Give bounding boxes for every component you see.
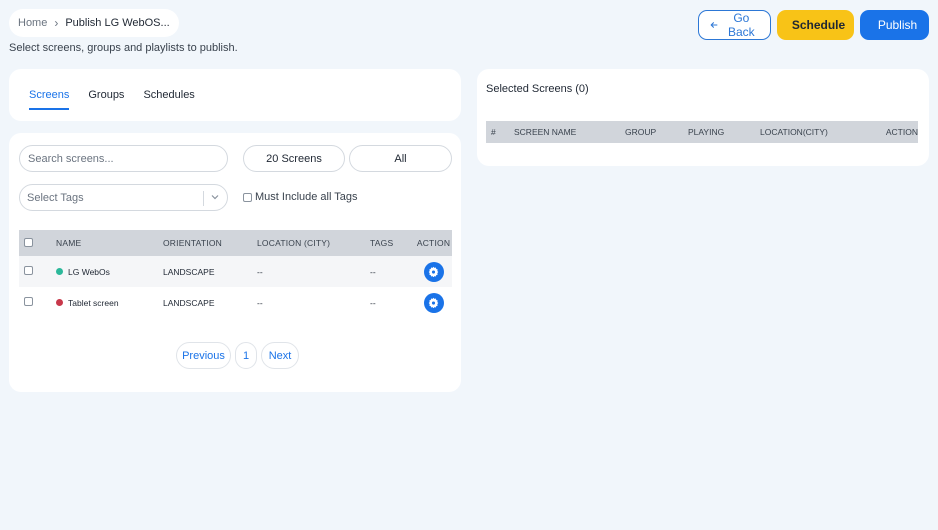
chevron-down-icon: [211, 195, 219, 200]
screens-table: NAME ORIENTATION LOCATION (CITY) TAGS AC…: [19, 230, 452, 318]
schedule-label: Schedule: [791, 18, 846, 32]
selected-table-header: # SCREEN NAME GROUP PLAYING LOCATION(CIT…: [486, 121, 918, 143]
header-action: ACTION: [416, 238, 451, 248]
selected-header-name: SCREEN NAME: [514, 127, 577, 137]
pagination: Previous 1 Next: [176, 342, 299, 369]
screen-tags: --: [370, 266, 376, 277]
tabs-card: Screens Groups Schedules: [9, 69, 461, 121]
selected-header-group: GROUP: [625, 127, 657, 137]
go-back-label: Go Back: [727, 11, 755, 39]
tab-screens[interactable]: Screens: [29, 89, 70, 110]
status-dot: [56, 268, 63, 275]
header-location: LOCATION (CITY): [257, 238, 331, 248]
select-divider: [203, 191, 204, 206]
gear-icon: [428, 297, 439, 308]
screen-location: --: [257, 266, 263, 277]
header-orientation: ORIENTATION: [163, 238, 223, 248]
page-subtitle: Select screens, groups and playlists to …: [9, 42, 238, 54]
selected-screens-card: Selected Screens (0) # SCREEN NAME GROUP…: [477, 69, 929, 166]
page-number-button[interactable]: 1: [235, 342, 257, 369]
breadcrumb-home[interactable]: Home: [18, 17, 47, 29]
tab-groups[interactable]: Groups: [88, 89, 124, 110]
header-name: NAME: [56, 238, 82, 248]
next-page-button[interactable]: Next: [261, 342, 299, 369]
screens-list-card: 20 Screens All Select Tags Must Include …: [9, 133, 461, 392]
row-checkbox[interactable]: [24, 266, 33, 275]
screen-location: --: [257, 297, 263, 308]
screen-tags: --: [370, 297, 376, 308]
header-tags: TAGS: [370, 238, 394, 248]
selected-header-action: ACTION: [885, 127, 918, 137]
table-body: LG WebOs LANDSCAPE -- -- Tablet screen L…: [19, 256, 452, 318]
screen-orientation: LANDSCAPE: [163, 297, 215, 308]
chevron-right-icon: ›: [54, 16, 59, 30]
settings-button[interactable]: [423, 292, 444, 313]
screen-count-button[interactable]: 20 Screens: [243, 145, 345, 172]
schedule-button[interactable]: Schedule: [777, 10, 854, 40]
all-filter-button[interactable]: All: [349, 145, 452, 172]
selected-header-playing: PLAYING: [688, 127, 725, 137]
select-all-checkbox[interactable]: [24, 237, 33, 247]
table-row: LG WebOs LANDSCAPE -- --: [19, 256, 452, 287]
status-dot: [56, 299, 63, 306]
must-include-tags-toggle[interactable]: Must Include all Tags: [243, 191, 358, 203]
previous-page-button[interactable]: Previous: [176, 342, 231, 369]
selected-header-num: #: [491, 127, 496, 137]
tags-select-placeholder: Select Tags: [27, 191, 84, 204]
selected-header-location: LOCATION(CITY): [760, 127, 828, 137]
breadcrumb: Home › Publish LG WebOS...: [9, 9, 179, 37]
row-checkbox[interactable]: [24, 297, 33, 306]
arrow-left-icon: [710, 22, 718, 28]
go-back-button[interactable]: Go Back: [698, 10, 771, 40]
screen-name: LG WebOs: [68, 266, 110, 277]
screen-name: Tablet screen: [68, 297, 119, 308]
screen-orientation: LANDSCAPE: [163, 266, 215, 277]
must-include-label: Must Include all Tags: [255, 191, 358, 203]
publish-label: Publish: [877, 18, 918, 32]
table-header: NAME ORIENTATION LOCATION (CITY) TAGS AC…: [19, 230, 452, 256]
settings-button[interactable]: [423, 261, 444, 282]
publish-button[interactable]: Publish: [860, 10, 929, 40]
must-include-checkbox[interactable]: [243, 192, 252, 202]
breadcrumb-current: Publish LG WebOS...: [65, 17, 170, 29]
tags-select[interactable]: Select Tags: [19, 184, 228, 211]
selected-screens-title: Selected Screens (0): [486, 83, 589, 95]
table-row: Tablet screen LANDSCAPE -- --: [19, 287, 452, 318]
tab-schedules[interactable]: Schedules: [143, 89, 194, 110]
search-input[interactable]: [19, 145, 228, 172]
gear-icon: [428, 266, 439, 277]
tab-bar: Screens Groups Schedules: [29, 89, 195, 110]
top-actions: Go Back Schedule Publish: [698, 10, 929, 40]
